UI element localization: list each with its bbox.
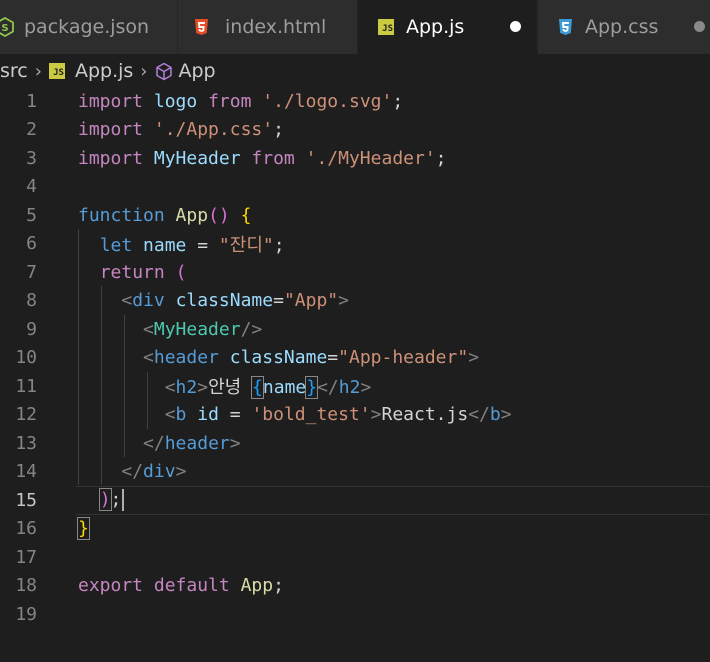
css3-icon <box>558 18 573 36</box>
code-text: } <box>77 517 90 541</box>
code-line[interactable]: 9 <MyHeader/> <box>0 315 710 344</box>
line-number: 1 <box>26 90 37 112</box>
code-line[interactable]: 17 <box>0 543 710 572</box>
breadcrumb-symbol[interactable]: App <box>179 60 216 82</box>
line-number: 6 <box>26 233 37 255</box>
code-line[interactable]: 11 <h2>안녕 {name}</h2> <box>0 372 710 401</box>
code-text: return ( <box>99 261 187 283</box>
svg-text:S: S <box>1 23 8 34</box>
line-number: 8 <box>26 290 37 312</box>
line-number: 17 <box>15 546 37 568</box>
code-line[interactable]: 2 import './App.css'; <box>0 116 710 145</box>
code-text: import logo from './logo.svg'; <box>78 90 404 112</box>
code-line[interactable]: 5 function App() { <box>0 201 710 230</box>
editor-tab-bar: S package.json index.html JS App.js App.… <box>0 0 710 54</box>
code-text: ); <box>78 488 125 512</box>
code-text: <MyHeader/> <box>143 318 263 340</box>
breadcrumb-folder[interactable]: src <box>0 60 28 82</box>
chevron-right-icon: › <box>34 60 42 82</box>
tab-label: index.html <box>225 16 327 38</box>
line-number: 16 <box>15 518 37 540</box>
line-number: 2 <box>26 119 37 141</box>
line-number: 18 <box>15 575 37 597</box>
code-line[interactable]: 19 <box>0 600 710 629</box>
unsaved-indicator[interactable] <box>694 21 705 32</box>
code-editor[interactable]: 1 import logo from './logo.svg'; 2 impor… <box>0 87 710 662</box>
code-text: import MyHeader from './MyHeader'; <box>78 147 447 169</box>
breadcrumb-file[interactable]: App.js <box>75 60 133 82</box>
tab-package-json[interactable]: S package.json <box>0 0 178 54</box>
line-number: 9 <box>26 318 37 340</box>
line-number: 14 <box>15 461 37 483</box>
line-number: 19 <box>15 603 37 625</box>
line-number: 12 <box>15 404 37 426</box>
breadcrumb: src › JS App.js › App <box>0 56 216 86</box>
code-line[interactable]: 18 export default App; <box>0 572 710 601</box>
code-line-current[interactable]: 15 ); <box>0 486 710 515</box>
code-line[interactable]: 4 <box>0 173 710 202</box>
tab-app-css[interactable]: App.css <box>538 0 710 54</box>
code-text: import './App.css'; <box>78 119 284 141</box>
line-number: 4 <box>26 176 37 198</box>
code-line[interactable]: 14 </div> <box>0 458 710 487</box>
line-number: 5 <box>26 204 37 226</box>
tab-label: App.css <box>585 16 659 38</box>
cube-icon <box>155 62 173 81</box>
code-text: <header className="App-header"> <box>143 347 480 369</box>
line-number: 10 <box>15 347 37 369</box>
line-number: 13 <box>15 432 37 454</box>
line-number: 11 <box>15 375 37 397</box>
code-line[interactable]: 6 let name = "잔디"; <box>0 230 710 259</box>
js-icon: JS <box>378 19 394 35</box>
code-text: </header> <box>143 432 241 454</box>
tab-index-html[interactable]: index.html <box>178 0 358 54</box>
chevron-right-icon: › <box>140 60 148 82</box>
code-text: <b id = 'bold_test'>React.js</b> <box>164 404 512 426</box>
js-icon: JS <box>48 63 65 79</box>
code-line[interactable]: 8 <div className="App"> <box>0 287 710 316</box>
text-cursor <box>122 489 125 512</box>
code-line[interactable]: 10 <header className="App-header"> <box>0 344 710 373</box>
tab-label: App.js <box>406 16 465 38</box>
code-text: <div className="App"> <box>121 290 349 312</box>
code-text: function App() { <box>78 204 252 226</box>
nodejs-icon: S <box>0 17 14 37</box>
code-line[interactable]: 1 import logo from './logo.svg'; <box>0 87 710 116</box>
code-line[interactable]: 12 <b id = 'bold_test'>React.js</b> <box>0 401 710 430</box>
tab-app-js[interactable]: JS App.js <box>358 0 538 54</box>
line-number: 15 <box>15 489 37 511</box>
line-number: 7 <box>26 261 37 283</box>
unsaved-indicator[interactable] <box>510 21 521 32</box>
code-line[interactable]: 3 import MyHeader from './MyHeader'; <box>0 144 710 173</box>
code-line[interactable]: 16 } <box>0 515 710 544</box>
code-text: let name = "잔디"; <box>99 234 285 256</box>
code-text: <h2>안녕 {name}</h2> <box>164 376 372 400</box>
code-text: export default App; <box>78 575 284 597</box>
code-line[interactable]: 7 return ( <box>0 258 710 287</box>
code-line[interactable]: 13 </header> <box>0 429 710 458</box>
tab-label: package.json <box>24 16 150 38</box>
html5-icon <box>194 18 209 36</box>
code-text: </div> <box>121 461 187 483</box>
line-number: 3 <box>26 147 37 169</box>
